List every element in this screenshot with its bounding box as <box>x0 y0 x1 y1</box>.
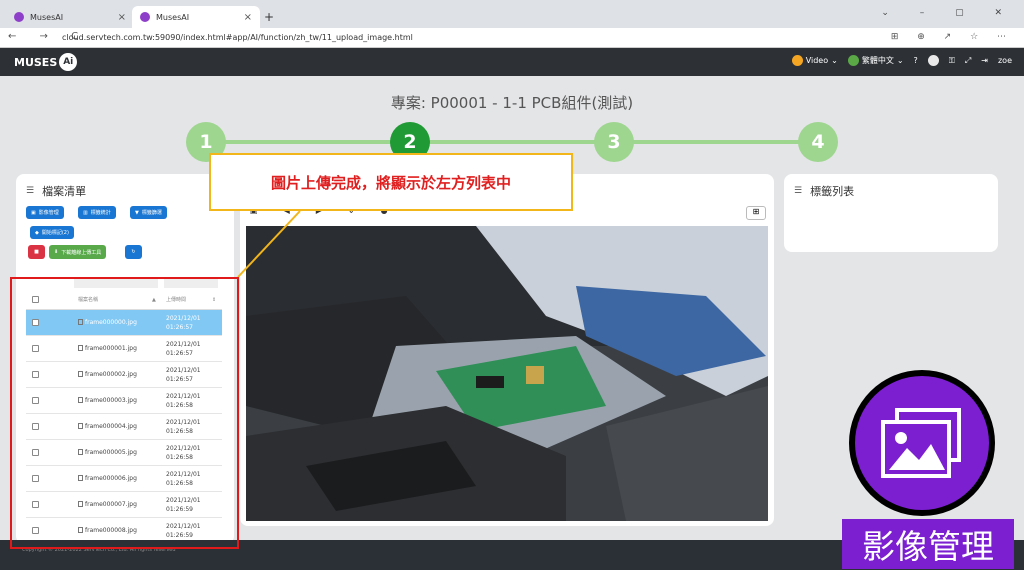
highlight-box <box>10 277 239 549</box>
gallery-icon <box>881 408 961 478</box>
callout-box: 圖片上傳完成，將顯示於左方列表中 <box>209 153 573 211</box>
callout-text: 圖片上傳完成，將顯示於左方列表中 <box>270 173 511 192</box>
image-manage-badge <box>855 376 989 510</box>
badge-label: 影像管理 <box>842 519 1014 569</box>
